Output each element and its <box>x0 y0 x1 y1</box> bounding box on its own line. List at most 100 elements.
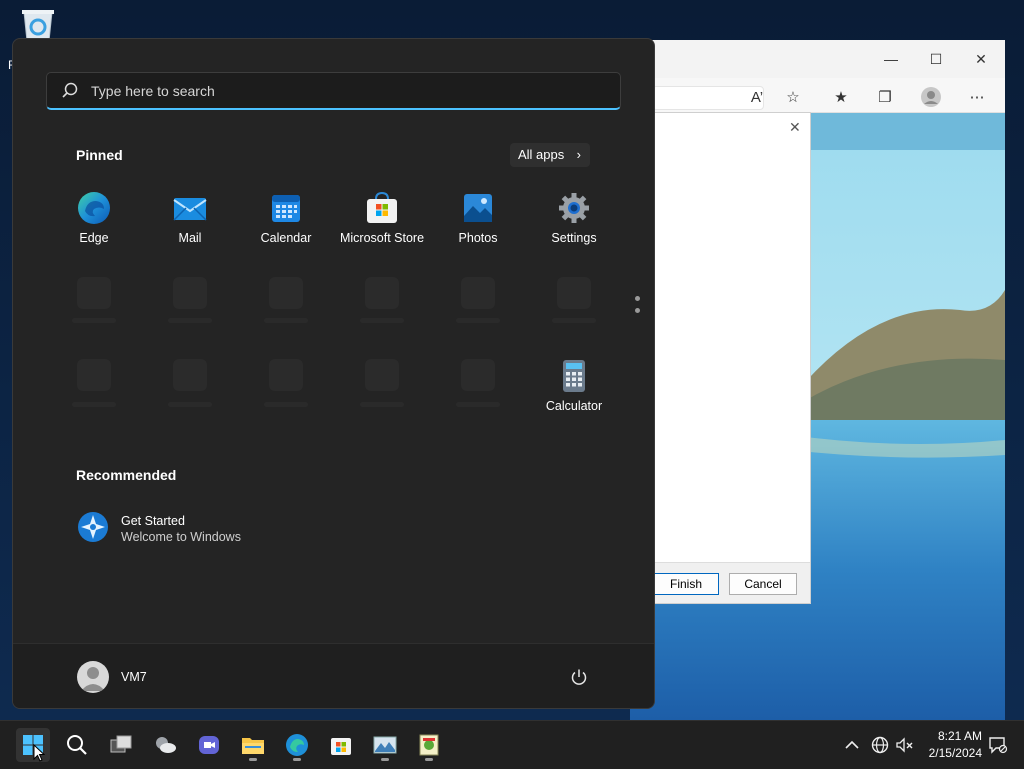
maximize-icon[interactable]: ☐ <box>922 46 950 72</box>
app-label: Microsoft Store <box>339 231 425 245</box>
search-placeholder: Type here to search <box>91 83 215 99</box>
add-favorite-icon[interactable]: ☆ <box>780 86 806 110</box>
power-icon[interactable] <box>570 668 588 686</box>
favorites-icon[interactable]: ★ <box>828 86 854 110</box>
pinned-app-calculator[interactable]: Calculator <box>526 359 622 413</box>
placeholder-label <box>168 402 212 407</box>
folder-icon <box>242 738 264 754</box>
running-indicator <box>249 758 257 761</box>
task-view-button[interactable] <box>104 728 138 762</box>
page-indicator-dot[interactable] <box>635 296 640 301</box>
app-label: Calendar <box>260 231 312 245</box>
recommended-title: Recommended <box>76 467 177 483</box>
recycle-bin-icon[interactable] <box>18 8 58 42</box>
placeholder-tile <box>173 359 207 391</box>
running-indicator <box>293 758 301 761</box>
chevron-up-icon[interactable] <box>842 735 862 755</box>
recommended-item-get-started[interactable]: Get Started Welcome to Windows <box>75 509 315 549</box>
placeholder-tile <box>269 277 303 309</box>
mail-icon <box>173 198 207 221</box>
placeholder-label <box>360 402 404 407</box>
start-footer: VM7 <box>13 643 654 708</box>
finish-button[interactable]: Finish <box>653 573 719 595</box>
placeholder-tile <box>77 359 111 391</box>
app-label: Mail <box>178 231 202 245</box>
dialog-close-icon[interactable]: ✕ <box>789 119 801 136</box>
taskbar: 8:21 AM 2/15/2024 <box>0 720 1024 769</box>
pinned-app-photos[interactable]: Photos <box>430 191 526 245</box>
page-indicator-dot[interactable] <box>635 308 640 313</box>
get-started-icon <box>78 512 108 542</box>
edge-icon <box>78 192 110 224</box>
placeholder-label <box>552 318 596 323</box>
clock-time[interactable]: 8:21 AM <box>930 729 982 743</box>
pinned-app-calendar[interactable]: Calendar <box>238 191 334 245</box>
pinned-app-mail[interactable]: Mail <box>142 191 238 245</box>
notifications-icon[interactable] <box>988 735 1008 755</box>
close-icon[interactable]: ✕ <box>967 46 995 72</box>
placeholder-label <box>168 318 212 323</box>
placeholder-label <box>456 318 500 323</box>
placeholder-tile <box>269 359 303 391</box>
minimize-icon[interactable]: — <box>877 46 905 72</box>
running-indicator <box>381 758 389 761</box>
settings-icon <box>559 193 589 223</box>
mouse-cursor-icon <box>33 744 45 762</box>
app-label: Edge <box>79 231 109 245</box>
installer-icon <box>419 734 439 756</box>
pinned-title: Pinned <box>76 147 123 163</box>
store-icon <box>331 738 351 755</box>
chat-button[interactable] <box>192 728 226 762</box>
user-icon <box>81 667 105 691</box>
taskbar-installer[interactable] <box>412 728 446 762</box>
placeholder-label <box>264 402 308 407</box>
more-options-icon[interactable]: ⋯ <box>964 86 990 110</box>
collections-icon[interactable]: ❐ <box>872 86 898 110</box>
cancel-button[interactable]: Cancel <box>729 573 797 595</box>
pinned-app-microsoft-store[interactable]: Microsoft Store <box>334 191 430 245</box>
chevron-right-icon: › <box>576 147 581 162</box>
app-label: Calculator <box>545 399 603 413</box>
all-apps-label: All apps <box>518 147 565 162</box>
profile-icon[interactable] <box>918 86 944 110</box>
search-icon <box>62 82 78 98</box>
volume-muted-icon[interactable] <box>895 735 915 755</box>
weather-icon <box>156 737 176 753</box>
dialog-footer: Finish Cancel <box>653 562 810 603</box>
taskbar-search-button[interactable] <box>60 728 94 762</box>
recommended-title-text: Get Started <box>121 514 185 528</box>
task-view-icon <box>110 735 132 753</box>
recommended-subtitle-text: Welcome to Windows <box>121 530 241 544</box>
app-label: Photos <box>458 231 498 245</box>
placeholder-tile <box>365 359 399 391</box>
search-icon <box>67 735 87 755</box>
avatar[interactable] <box>77 661 109 693</box>
start-menu: Type here to search Pinned All apps › Ed… <box>12 38 655 709</box>
taskbar-image-viewer[interactable] <box>368 728 402 762</box>
all-apps-button[interactable]: All apps › <box>510 143 590 167</box>
user-name: VM7 <box>121 670 147 684</box>
taskbar-microsoft-store[interactable] <box>324 728 358 762</box>
pinned-app-settings[interactable]: Settings <box>526 191 622 245</box>
placeholder-label <box>456 402 500 407</box>
placeholder-label <box>72 402 116 407</box>
taskbar-edge[interactable] <box>280 728 314 762</box>
pinned-app-edge[interactable]: Edge <box>46 191 142 245</box>
placeholder-label <box>360 318 404 323</box>
teams-chat-icon <box>199 736 219 754</box>
start-button[interactable] <box>16 728 50 762</box>
placeholder-tile <box>461 277 495 309</box>
clock-date[interactable]: 2/15/2024 <box>920 746 982 760</box>
widgets-button[interactable] <box>148 728 182 762</box>
network-icon[interactable] <box>870 735 890 755</box>
search-input[interactable]: Type here to search <box>46 72 621 110</box>
placeholder-tile <box>77 277 111 309</box>
running-indicator <box>425 758 433 761</box>
placeholder-tile <box>173 277 207 309</box>
calculator-icon <box>563 360 585 392</box>
calendar-icon <box>272 195 300 222</box>
image-viewer-icon <box>373 736 397 754</box>
placeholder-tile <box>461 359 495 391</box>
read-aloud-icon[interactable]: A’ <box>744 86 770 110</box>
taskbar-file-explorer[interactable] <box>236 728 270 762</box>
